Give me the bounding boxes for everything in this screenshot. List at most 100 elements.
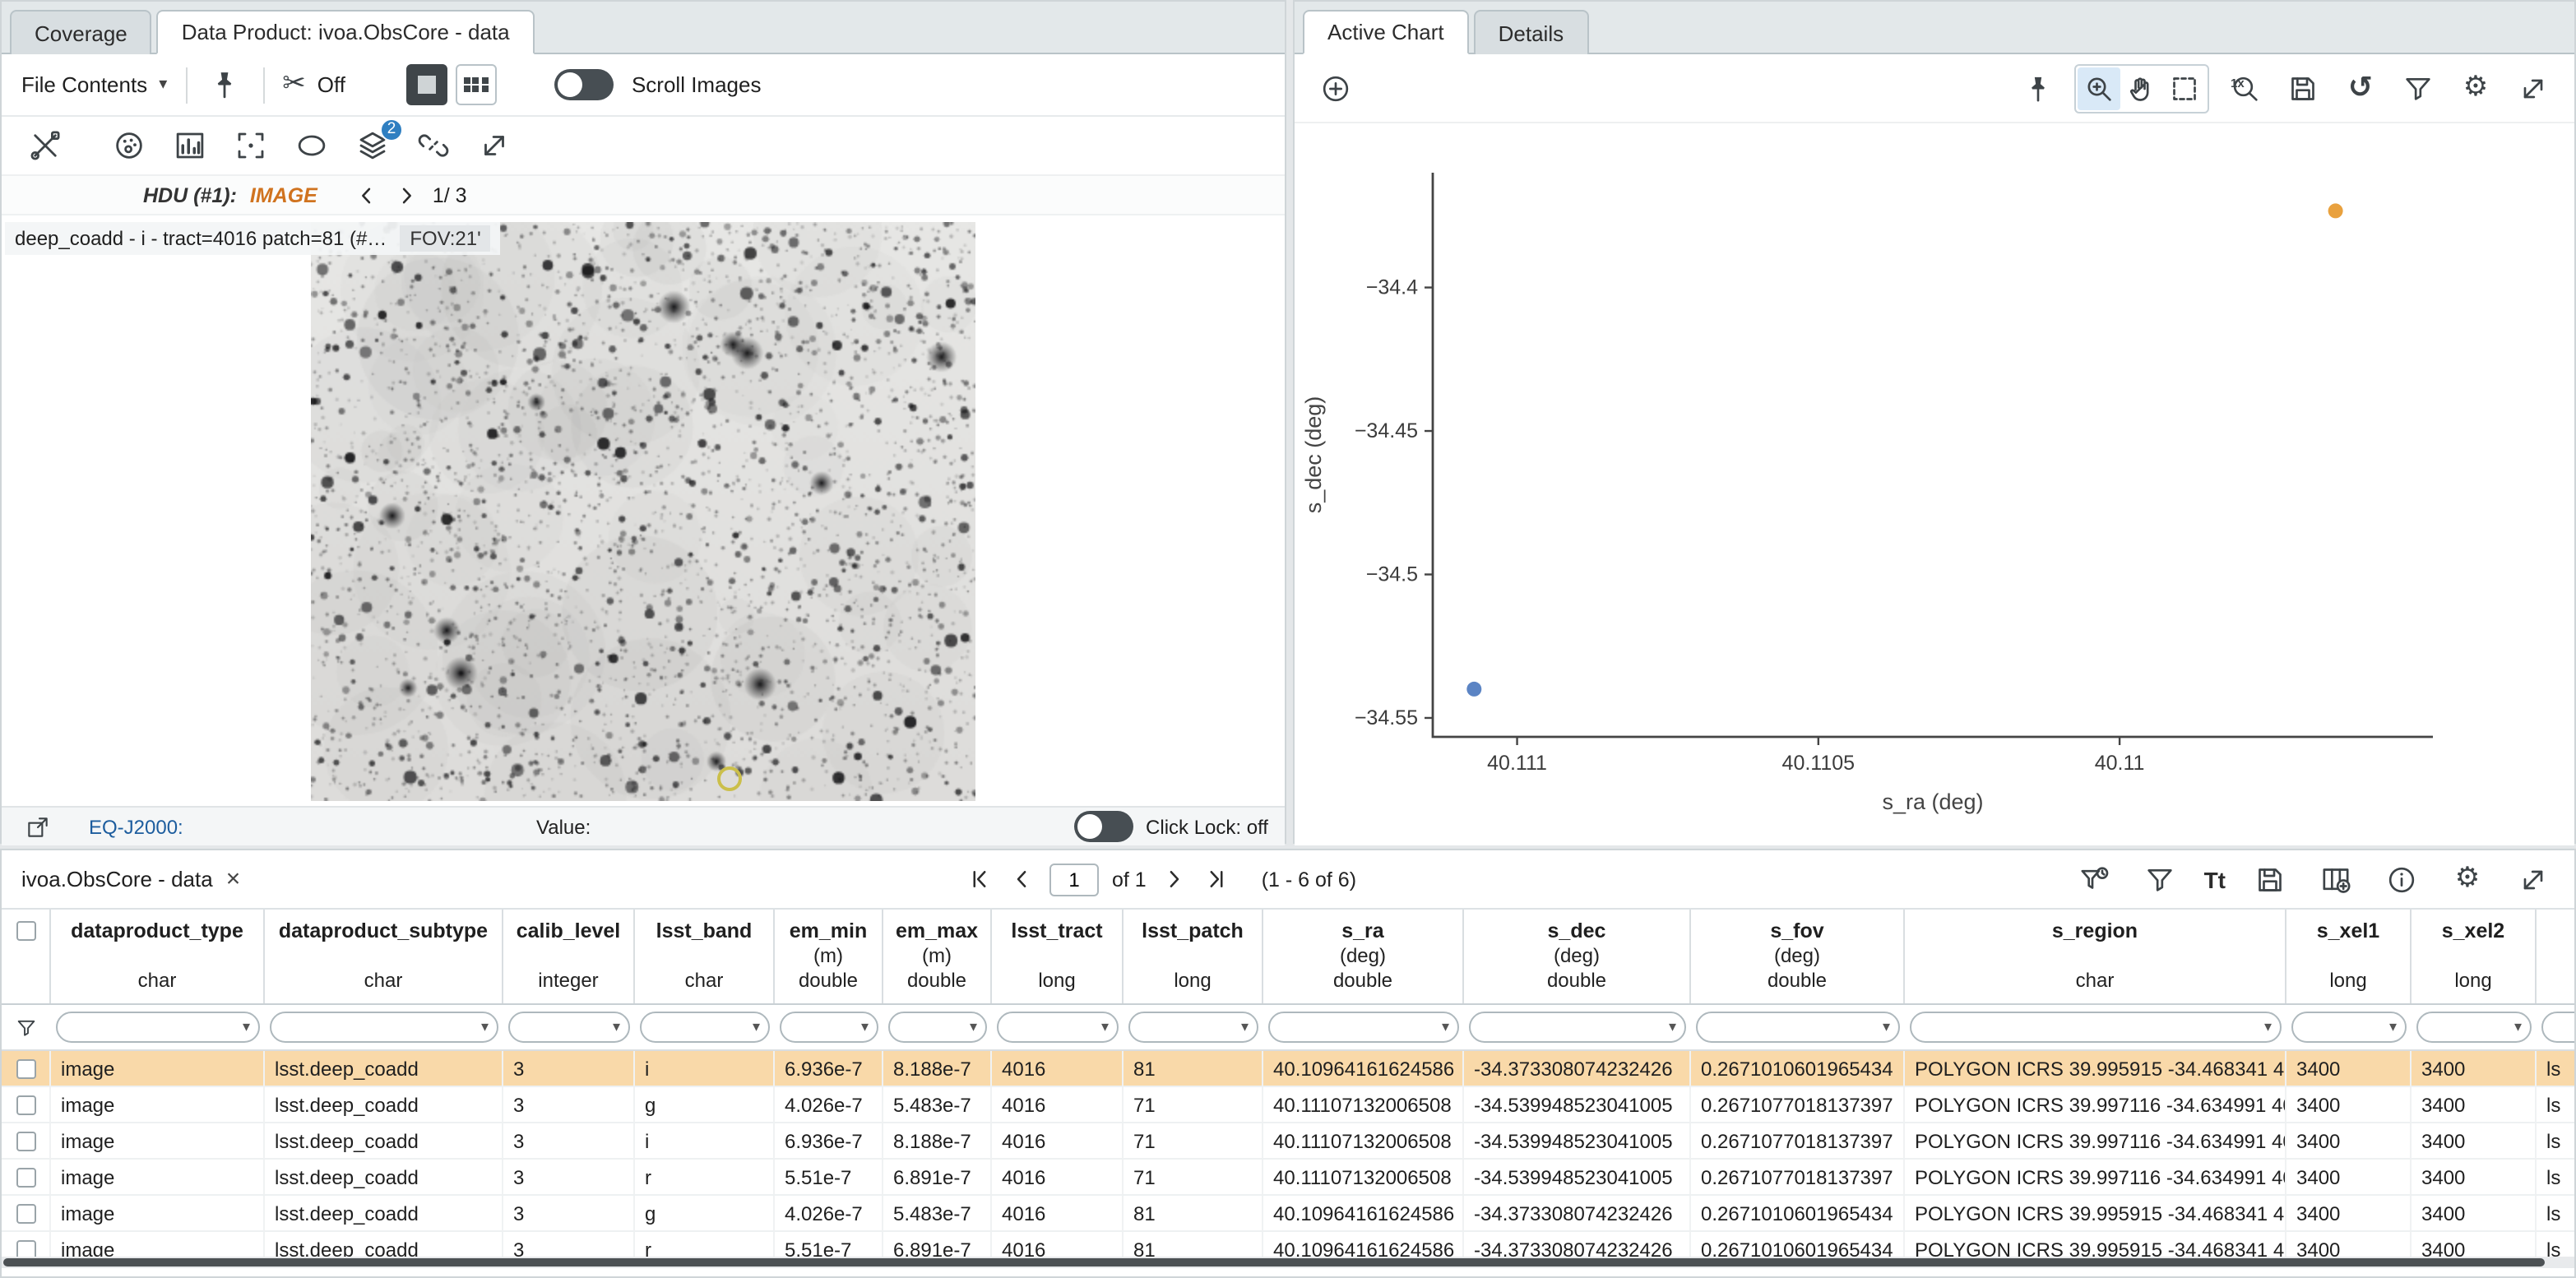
column-filter-input-calib_level[interactable]	[518, 1016, 613, 1039]
chevron-down-icon[interactable]: ▾	[1241, 1019, 1249, 1035]
stretch-histogram-icon[interactable]	[169, 126, 209, 165]
page-number-input[interactable]	[1049, 863, 1099, 896]
tab-data-product[interactable]: Data Product: ivoa.ObsCore - data	[157, 10, 535, 54]
fits-image-area[interactable]: deep_coadd - i - tract=4016 patch=81 (#……	[2, 215, 1285, 806]
scroll-images-toggle[interactable]	[554, 69, 614, 100]
chevron-down-icon[interactable]: ▾	[2514, 1019, 2522, 1035]
add-column-icon[interactable]	[2314, 858, 2357, 901]
column-filter-input-s_xel1[interactable]	[2301, 1016, 2389, 1039]
chevron-down-icon[interactable]: ▾	[2389, 1019, 2397, 1035]
column-header-s_region[interactable]: s_regionchar	[1905, 910, 2286, 1003]
column-filter-input-dataproduct_subtype[interactable]	[280, 1016, 481, 1039]
chevron-down-icon[interactable]: ▾	[970, 1019, 977, 1035]
column-header-s_xel2[interactable]: s_xel2long	[2412, 910, 2537, 1003]
column-header-s_dec[interactable]: s_dec(deg)double	[1464, 910, 1691, 1003]
table-tab[interactable]: ivoa.ObsCore - data ×	[21, 865, 240, 893]
select-all-checkbox[interactable]	[16, 921, 35, 941]
column-header-s_fov[interactable]: s_fov(deg)double	[1691, 910, 1905, 1003]
table-row[interactable]: imagelsst.deep_coadd3g4.026e-75.483e-740…	[2, 1087, 2574, 1123]
click-lock-toggle[interactable]	[1073, 811, 1133, 842]
table-row[interactable]: imagelsst.deep_coadd3g4.026e-75.483e-740…	[2, 1196, 2574, 1232]
tab-details[interactable]: Details	[1474, 10, 1589, 54]
clear-filter-icon[interactable]	[2073, 858, 2115, 901]
chart-settings-icon[interactable]: ⚙	[2454, 67, 2497, 109]
column-filter-input-s_region[interactable]	[1920, 1016, 2264, 1039]
add-chart-icon[interactable]	[1314, 67, 1357, 109]
hdu-prev-button[interactable]	[354, 182, 380, 208]
column-filter-input-lsst_tract[interactable]	[1007, 1016, 1101, 1039]
save-table-icon[interactable]	[2249, 858, 2291, 901]
save-chart-icon[interactable]	[2282, 67, 2324, 109]
column-header-calib_level[interactable]: calib_levelinteger	[503, 910, 635, 1003]
table-row[interactable]: imagelsst.deep_coadd3i6.936e-78.188e-740…	[2, 1123, 2574, 1160]
column-filter-input-lsst_patch[interactable]	[1138, 1016, 1241, 1039]
table-row[interactable]: imagelsst.deep_coadd3i6.936e-78.188e-740…	[2, 1051, 2574, 1087]
table-settings-icon[interactable]: ⚙	[2446, 858, 2489, 901]
zoom-original-icon[interactable]: 1x	[2224, 67, 2267, 109]
column-header-dataproduct_subtype[interactable]: dataproduct_subtypechar	[265, 910, 503, 1003]
chevron-down-icon[interactable]: ▾	[1101, 1019, 1109, 1035]
chart-svg[interactable]: −34.4−34.45−34.5−34.5540.11140.110540.11…	[1295, 123, 2576, 845]
table-row[interactable]: imagelsst.deep_coadd3r5.51e-76.891e-7401…	[2, 1160, 2574, 1196]
column-header-em_min[interactable]: em_min(m)double	[775, 910, 883, 1003]
row-checkbox[interactable]	[16, 1203, 35, 1223]
column-filter-input-em_max[interactable]	[898, 1016, 970, 1039]
chart-point-selected[interactable]	[1466, 682, 1481, 697]
prev-page-icon[interactable]	[1007, 864, 1036, 894]
column-filter-input-dataproduct_type[interactable]	[66, 1016, 243, 1039]
tools-icon[interactable]	[25, 126, 64, 165]
grid-view-button[interactable]	[456, 64, 497, 105]
chevron-down-icon[interactable]: ▾	[243, 1019, 250, 1035]
chevron-down-icon[interactable]: ▾	[613, 1019, 620, 1035]
filter-icon[interactable]	[2138, 858, 2181, 901]
info-icon[interactable]	[2380, 858, 2423, 901]
layers-icon[interactable]: 2	[352, 126, 391, 165]
cut-button[interactable]: ✂ Off	[282, 71, 345, 99]
chevron-down-icon[interactable]: ▾	[1669, 1019, 1676, 1035]
popout-icon[interactable]	[18, 807, 58, 846]
chevron-down-icon[interactable]: ▾	[481, 1019, 489, 1035]
close-icon[interactable]: ×	[226, 865, 241, 893]
first-page-icon[interactable]	[964, 864, 994, 894]
column-filter-input-s_dec[interactable]	[1479, 1016, 1669, 1039]
region-ellipse-icon[interactable]	[291, 126, 331, 165]
color-palette-icon[interactable]	[109, 126, 148, 165]
column-filter-input[interactable]	[2551, 1016, 2574, 1039]
row-checkbox[interactable]	[16, 1131, 35, 1151]
chart-plot-area[interactable]: −34.4−34.45−34.5−34.5540.11140.110540.11…	[1295, 123, 2574, 845]
tab-active-chart[interactable]: Active Chart	[1303, 10, 1469, 54]
expand-chart-icon[interactable]	[2512, 67, 2555, 109]
chevron-down-icon[interactable]: ▾	[2264, 1019, 2272, 1035]
pan-hand-icon[interactable]	[2120, 67, 2163, 109]
chevron-down-icon[interactable]: ▾	[861, 1019, 869, 1035]
file-contents-dropdown[interactable]: File Contents ▾	[21, 72, 167, 97]
hdu-next-button[interactable]	[393, 182, 419, 208]
expand-icon[interactable]	[474, 126, 513, 165]
restore-chart-icon[interactable]: ↺	[2339, 67, 2382, 109]
column-filter-input-em_min[interactable]	[790, 1016, 861, 1039]
column-header-lsst_band[interactable]: lsst_bandchar	[635, 910, 775, 1003]
column-filter-input-s_fov[interactable]	[1706, 1016, 1883, 1039]
chevron-down-icon[interactable]: ▾	[1442, 1019, 1449, 1035]
text-view-icon[interactable]: Tt	[2204, 866, 2226, 892]
row-checkbox[interactable]	[16, 1058, 35, 1078]
column-header-em_max[interactable]: em_max(m)double	[883, 910, 992, 1003]
column-filter-input-lsst_band[interactable]	[650, 1016, 753, 1039]
zoom-in-icon[interactable]	[2078, 67, 2120, 109]
row-checkbox[interactable]	[16, 1167, 35, 1187]
column-filter-input-s_xel2[interactable]	[2426, 1016, 2514, 1039]
tab-coverage[interactable]: Coverage	[10, 10, 152, 54]
chevron-down-icon[interactable]: ▾	[753, 1019, 760, 1035]
row-checkbox[interactable]	[16, 1095, 35, 1114]
next-page-icon[interactable]	[1160, 864, 1189, 894]
unlink-wcs-icon[interactable]	[413, 126, 452, 165]
column-header-lsst_tract[interactable]: lsst_tractlong	[992, 910, 1124, 1003]
column-header-s_xel1[interactable]: s_xel1long	[2286, 910, 2412, 1003]
last-page-icon[interactable]	[1202, 864, 1232, 894]
column-filter-input-s_ra[interactable]	[1278, 1016, 1442, 1039]
pin-icon[interactable]	[205, 65, 244, 104]
box-select-icon[interactable]	[2163, 67, 2206, 109]
chart-point-highlighted[interactable]	[2328, 203, 2343, 218]
recenter-icon[interactable]	[230, 126, 270, 165]
pin-chart-icon[interactable]	[2017, 67, 2059, 109]
